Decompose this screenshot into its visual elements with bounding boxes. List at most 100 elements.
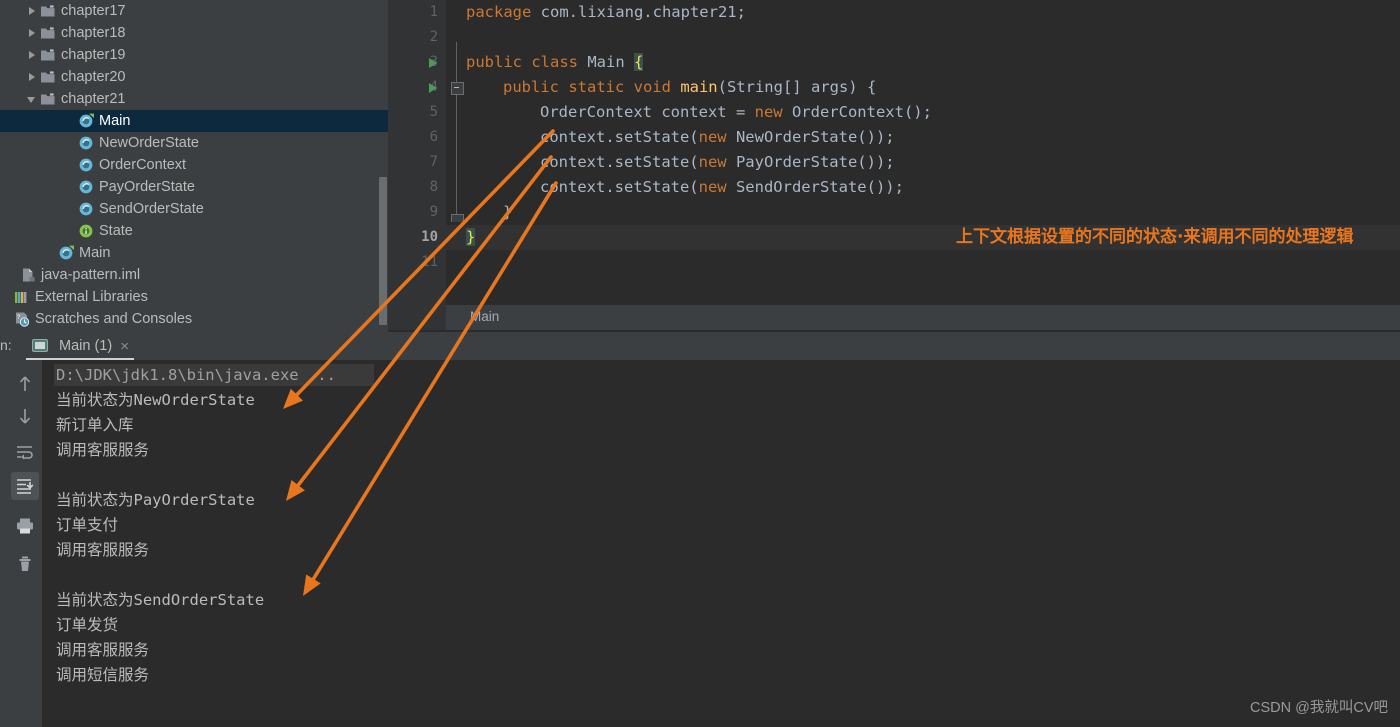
code-line[interactable]: public class Main { — [466, 50, 644, 75]
rerun-down-icon[interactable] — [11, 402, 39, 430]
fold-collapse-icon[interactable] — [451, 82, 464, 95]
tree-item-label: chapter17 — [61, 3, 126, 19]
tree-arrow-spacer — [6, 269, 18, 281]
code-line[interactable]: public static void main(String[] args) { — [503, 75, 876, 100]
tree-item-chapter18[interactable]: chapter18 — [0, 22, 388, 44]
console-line: 新订单入库 — [56, 416, 134, 434]
tree-item-label: java-pattern.iml — [41, 267, 141, 283]
code-line[interactable]: context.setState(new NewOrderState()); — [540, 125, 895, 150]
code-token: context.setState( — [540, 128, 699, 146]
code-token: public static void — [503, 78, 681, 96]
console-line: 调用客服服务 — [56, 541, 150, 559]
code-token: OrderContext(); — [791, 103, 932, 121]
code-token: Main — [587, 53, 634, 71]
tree-item-chapter17[interactable]: chapter17 — [0, 0, 388, 22]
project-tool-window[interactable]: chapter17 chapter18 chapter19 chapter20 chap… — [0, 0, 388, 332]
java-class-icon — [78, 201, 94, 217]
code-token: new — [754, 103, 792, 121]
code-line[interactable]: } — [503, 200, 512, 225]
chevron-collapsed-icon[interactable] — [26, 71, 38, 83]
close-icon[interactable]: × — [120, 339, 129, 354]
tree-item-payorderstate[interactable]: PayOrderState — [0, 176, 388, 198]
tree-item-chapter21[interactable]: chapter21 — [0, 88, 388, 110]
tree-item-external-libraries[interactable]: External Libraries — [0, 286, 388, 308]
line-number: 8 — [429, 179, 438, 195]
clear-all-icon[interactable] — [11, 550, 39, 578]
code-token: SendOrderState()); — [735, 178, 904, 196]
editor-navigation-bar[interactable]: Main — [388, 305, 1400, 330]
tree-item-label: PayOrderState — [99, 179, 195, 195]
console-line: 订单发货 — [56, 616, 119, 634]
code-token: context.setState( — [540, 178, 699, 196]
tree-arrow-spacer — [0, 291, 12, 303]
tree-arrow-spacer — [64, 137, 76, 149]
tree-arrow-spacer — [44, 247, 56, 259]
code-token: context.setState( — [540, 153, 699, 171]
tree-item-chapter20[interactable]: chapter20 — [0, 66, 388, 88]
console-line: 订单支付 — [56, 516, 119, 534]
code-token: package — [466, 3, 541, 21]
line-number: 2 — [429, 29, 438, 45]
tree-item-label: SendOrderState — [99, 201, 204, 217]
line-number: 1 — [429, 4, 438, 20]
console-output[interactable]: D:\JDK\jdk1.8\bin\java.exe ... 当前状态为NewOr… — [42, 360, 1400, 727]
chevron-collapsed-icon[interactable] — [26, 27, 38, 39]
code-text[interactable]: package com.lixiang.chapter21; public cla… — [466, 0, 1400, 305]
code-token: NewOrderState()); — [735, 128, 895, 146]
tree-item-state[interactable]: State — [0, 220, 388, 242]
java-class-icon — [78, 179, 94, 195]
run-tab-main[interactable]: Main (1) × — [26, 332, 135, 360]
tree-item-label: OrderContext — [99, 157, 187, 173]
tree-item-label: Scratches and Consoles — [35, 311, 193, 327]
chevron-collapsed-icon[interactable] — [26, 5, 38, 17]
chevron-collapsed-icon[interactable] — [26, 49, 38, 61]
tree-arrow-spacer — [0, 313, 12, 325]
code-token: } — [503, 203, 513, 221]
code-line[interactable]: context.setState(new SendOrderState()); — [540, 175, 904, 200]
iml-file-icon — [20, 267, 36, 283]
tree-item-label: chapter21 — [61, 91, 126, 107]
tree-item-main[interactable]: Main — [0, 110, 388, 132]
editor-gutter[interactable]: 1 2 3 4 5 6 7 8 9 10 11 — [388, 0, 464, 305]
tree-item-sendorderstate[interactable]: SendOrderState — [0, 198, 388, 220]
fold-end-icon[interactable] — [451, 214, 464, 222]
code-token: PayOrderState()); — [735, 153, 895, 171]
console-line: 调用客服服务 — [56, 441, 150, 459]
run-gutter-icon[interactable] — [428, 50, 440, 75]
project-tree[interactable]: chapter17 chapter18 chapter19 chapter20 chap… — [0, 0, 388, 330]
tree-item-ordercontext[interactable]: OrderContext — [0, 154, 388, 176]
scroll-to-end-icon[interactable] — [11, 472, 39, 500]
tree-item-scratches-and-consoles[interactable]: ? Scratches and Consoles — [0, 308, 388, 330]
code-token: new — [698, 178, 736, 196]
code-token: OrderContext context = — [540, 103, 755, 121]
soft-wrap-icon[interactable] — [11, 438, 39, 466]
libraries-icon — [14, 289, 30, 305]
code-token: com.lixiang.chapter21; — [540, 3, 746, 21]
console-toolbar[interactable] — [8, 360, 42, 727]
run-tool-window[interactable]: n: Main (1) × D:\JDK\jdk1.8\bin\java.exe… — [0, 332, 1400, 727]
tree-arrow-spacer — [64, 159, 76, 171]
code-line[interactable]: } — [466, 225, 476, 250]
tree-item-neworderstate[interactable]: NewOrderState — [0, 132, 388, 154]
console-line: 当前状态为PayOrderState — [56, 491, 255, 509]
code-line[interactable]: context.setState(new PayOrderState()); — [540, 150, 895, 175]
tree-item-java-pattern-iml[interactable]: java-pattern.iml — [0, 264, 388, 286]
line-number: 11 — [421, 254, 438, 270]
project-panel-scrollbar[interactable] — [379, 177, 387, 325]
chevron-expanded-icon[interactable] — [26, 93, 38, 105]
run-gutter-icon[interactable] — [428, 75, 440, 100]
code-line[interactable]: package com.lixiang.chapter21; — [466, 0, 746, 25]
code-token: new — [698, 153, 736, 171]
line-number: 6 — [429, 129, 438, 145]
tree-item-main[interactable]: Main — [0, 242, 388, 264]
rerun-up-icon[interactable] — [11, 370, 39, 398]
tree-item-chapter19[interactable]: chapter19 — [0, 44, 388, 66]
code-line[interactable]: OrderContext context = new OrderContext(… — [540, 100, 932, 125]
print-icon[interactable] — [11, 512, 39, 540]
breadcrumb[interactable]: Main — [470, 309, 499, 324]
java-class-run-icon — [78, 113, 94, 129]
code-editor[interactable]: 1 2 3 4 5 6 7 8 9 10 11 package com.lixiang.chapte… — [388, 0, 1400, 305]
line-number: 7 — [429, 154, 438, 170]
java-class-icon — [78, 135, 94, 151]
code-token: { — [634, 53, 644, 71]
